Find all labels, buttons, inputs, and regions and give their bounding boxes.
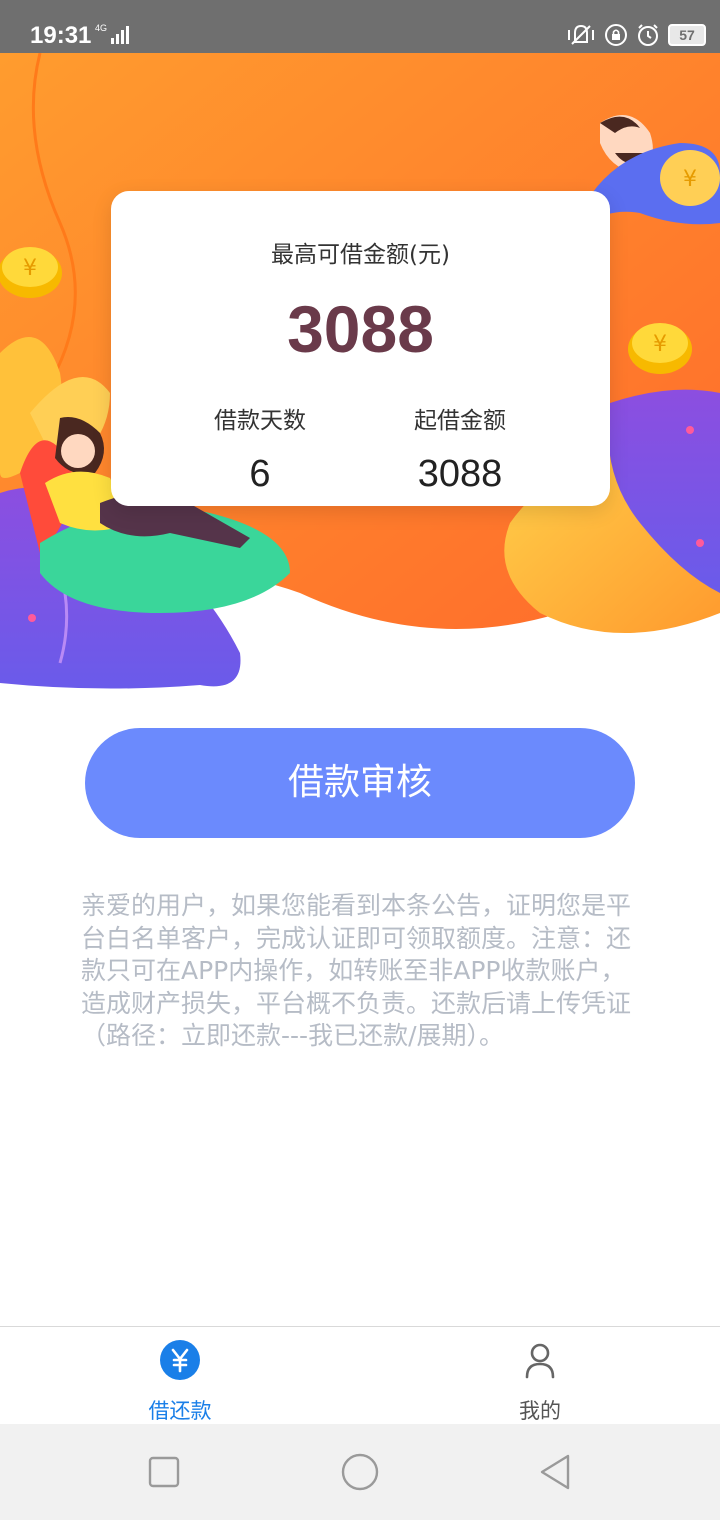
min-amount-value: 3088 (417, 453, 503, 495)
loan-limit-card: 最高可借金额(元) 3088 借款天数 6 起借金额 3088 (111, 191, 610, 506)
min-amount-stat: 起借金额 3088 (360, 401, 560, 496)
status-time: 19:31 (30, 22, 92, 49)
tab-mine[interactable]: 我的 (460, 1327, 620, 1425)
tab-borrow-repay-label: 借还款 (148, 1399, 212, 1423)
max-amount-value: 3088 (287, 292, 434, 366)
svg-text:¥: ¥ (653, 332, 667, 357)
tab-mine-label: 我的 (519, 1399, 561, 1423)
bottom-tab-bar: 借还款 我的 (0, 1326, 720, 1425)
vibrate-icon (568, 24, 594, 45)
min-amount-label: 起借金额 (414, 408, 506, 434)
back-button[interactable] (536, 1452, 576, 1492)
loan-days-label: 借款天数 (214, 408, 306, 434)
signal-icon: 4G (95, 22, 135, 52)
status-bar: 19:31 4G 57 (0, 0, 720, 53)
yuan-icon (160, 1340, 200, 1380)
person-icon (525, 1343, 555, 1379)
home-button[interactable] (340, 1452, 380, 1492)
svg-text:¥: ¥ (23, 256, 37, 281)
loan-days-stat: 借款天数 6 (160, 401, 360, 496)
loan-days-value: 6 (249, 453, 271, 495)
svg-text:¥: ¥ (683, 167, 697, 192)
battery-indicator: 57 (668, 24, 706, 46)
lock-rotation-icon (605, 24, 627, 46)
recent-apps-button[interactable] (144, 1452, 184, 1492)
alarm-icon (638, 24, 658, 46)
network-type: 4G (95, 23, 107, 33)
loan-review-button[interactable]: 借款审核 (85, 728, 635, 838)
notice-text: 亲爱的用户，如果您能看到本条公告，证明您是平台白名单客户，完成认证即可领取额度。… (81, 891, 632, 1050)
max-amount-label: 最高可借金额(元) (271, 242, 450, 268)
system-nav-bar (0, 1424, 720, 1520)
tab-borrow-repay[interactable]: 借还款 (100, 1327, 260, 1425)
